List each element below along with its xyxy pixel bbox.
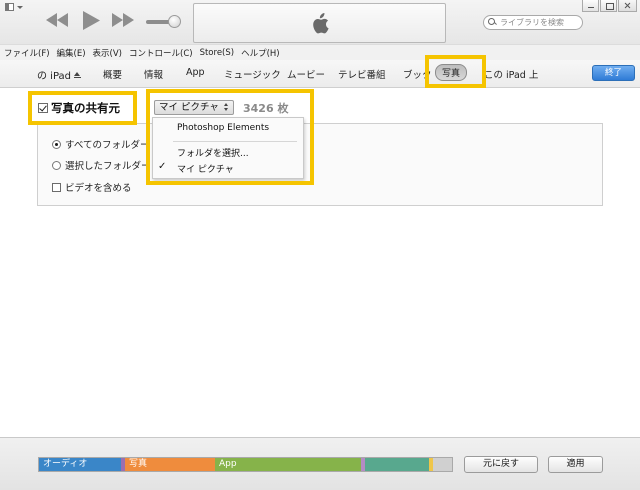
volume-slider[interactable]	[146, 15, 181, 29]
tab-apps[interactable]: App	[186, 67, 205, 78]
menu-view[interactable]: 表示(V)	[93, 47, 122, 59]
capacity-segment-documents	[365, 458, 429, 471]
maximize-icon[interactable]	[600, 0, 617, 12]
menu-bar: ファイル(F) 編集(E) 表示(V) コントロール(C) Store(S) ヘ…	[0, 44, 640, 60]
search-icon	[488, 18, 497, 27]
menu-store[interactable]: Store(S)	[200, 48, 235, 58]
device-name[interactable]: の iPad	[37, 67, 82, 82]
window-controls	[581, 0, 637, 13]
menu-edit[interactable]: 編集(E)	[57, 47, 86, 59]
done-button[interactable]: 終了	[592, 65, 635, 81]
eject-icon[interactable]	[74, 72, 82, 79]
selected-folders-label: 選択したフォルダー	[65, 161, 151, 172]
device-label: の iPad	[37, 71, 72, 82]
highlight-photos-tab	[425, 55, 486, 88]
close-icon[interactable]	[618, 0, 637, 12]
play-icon[interactable]	[83, 11, 100, 30]
all-folders-label: すべてのフォルダー	[65, 140, 150, 151]
menu-file[interactable]: ファイル(F)	[4, 47, 50, 59]
include-video-label: ビデオを含める	[65, 183, 132, 194]
tab-tv-shows[interactable]: テレビ番組	[338, 67, 386, 81]
library-search[interactable]	[483, 15, 583, 30]
minimize-icon[interactable]	[582, 0, 599, 12]
all-folders-radio[interactable]	[52, 139, 61, 149]
previous-track-icon[interactable]	[46, 13, 68, 27]
highlight-sync-checkbox	[28, 91, 137, 125]
capacity-segment-photos: 写真	[125, 458, 215, 471]
selected-folders-radio[interactable]	[52, 160, 61, 170]
highlight-source-dropdown	[146, 89, 314, 185]
apple-logo-icon	[311, 13, 329, 37]
capacity-segment-audio: オーディオ	[39, 458, 121, 471]
menu-controls[interactable]: コントロール(C)	[129, 47, 193, 59]
capacity-segment-apps: App	[215, 458, 361, 471]
device-tab-bar: の iPad 概要 情報 App ミュージック ムービー テレビ番組 ブック 写…	[0, 60, 640, 88]
option-include-video[interactable]: ビデオを含める	[52, 180, 132, 194]
capacity-footer: オーディオ 写真 App 元に戻す 適用	[0, 437, 640, 490]
revert-button[interactable]: 元に戻す	[464, 456, 538, 473]
tab-on-device[interactable]: この iPad 上	[484, 67, 538, 81]
search-input[interactable]	[500, 18, 580, 27]
app-menu-icon[interactable]	[3, 2, 25, 12]
option-all-folders[interactable]: すべてのフォルダー	[52, 137, 149, 151]
player-toolbar	[0, 0, 640, 44]
sync-options-panel: すべてのフォルダー 選択したフォルダー ビデオを含める	[37, 123, 603, 206]
next-track-icon[interactable]	[112, 13, 134, 27]
apply-button[interactable]: 適用	[548, 456, 603, 473]
capacity-segment-free	[433, 458, 452, 471]
tab-summary[interactable]: 概要	[103, 67, 122, 81]
capacity-bar: オーディオ 写真 App	[38, 457, 453, 472]
tab-movies[interactable]: ムービー	[287, 67, 325, 81]
include-video-checkbox[interactable]	[52, 182, 61, 192]
option-selected-folders[interactable]: 選択したフォルダー	[52, 158, 151, 172]
tab-music[interactable]: ミュージック	[224, 67, 281, 81]
status-display	[193, 3, 446, 43]
tab-info[interactable]: 情報	[144, 67, 163, 81]
menu-help[interactable]: ヘルプ(H)	[241, 47, 280, 59]
